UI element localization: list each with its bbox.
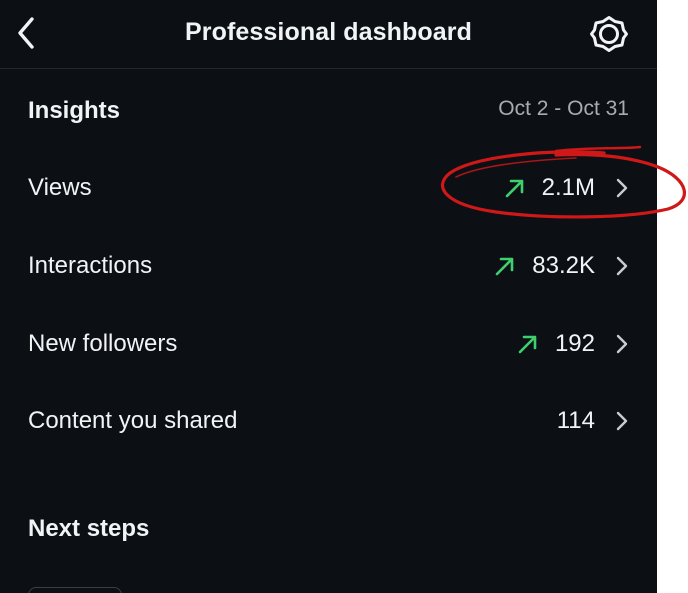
insight-row-new-followers[interactable]: New followers 192 [0,309,657,379]
page-title: Professional dashboard [185,18,472,46]
insights-title: Insights [28,97,121,124]
next-step-card[interactable] [28,587,122,593]
trend-up-icon [495,257,514,276]
header-bar: Professional dashboard [0,0,657,69]
insight-row-content-shared[interactable]: Content you shared 114 [0,386,657,456]
row-value: 114 [556,407,595,434]
insight-row-views[interactable]: Views 2.1M [0,153,657,223]
row-value-group: 83.2K [494,252,629,280]
dashboard-screen: Professional dashboard Insights Oct 2 - … [0,0,657,593]
chevron-right-icon [616,411,628,431]
chevron-right-icon [616,334,628,354]
row-value: 192 [554,330,595,357]
insight-row-interactions[interactable]: Interactions 83.2K [0,231,657,301]
next-steps-title: Next steps [28,515,150,542]
row-label: Content you shared [28,407,238,434]
gear-icon [590,16,628,52]
trend-up-icon [505,179,523,198]
row-value-group: 2.1M [504,174,629,202]
chevron-right-icon [616,178,628,198]
row-label: Interactions [28,252,153,279]
row-value-group: 114 [557,407,629,435]
row-value: 83.2K [532,252,595,279]
row-label: Views [28,174,92,201]
date-range: Oct 2 - Oct 31 [498,97,629,120]
row-label: New followers [28,330,178,357]
trend-up-icon [518,335,537,354]
settings-button[interactable] [586,11,632,57]
row-value-group: 192 [517,330,629,358]
row-value: 2.1M [541,174,595,201]
chevron-right-icon [616,256,628,276]
